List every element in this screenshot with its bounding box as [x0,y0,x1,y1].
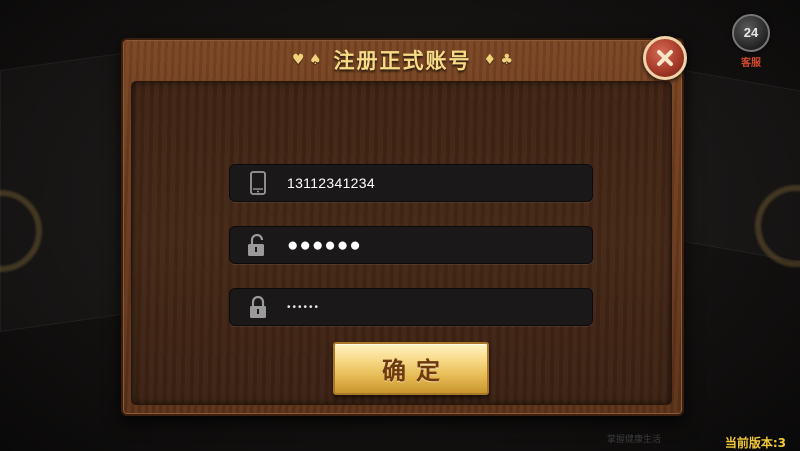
suits-right-icon: ♦ ♣ [483,52,514,68]
password-value: ●●●●●● [287,234,362,256]
title-row: ♥ ♠ 注册正式账号 ♦ ♣ [292,40,513,80]
unlocked-padlock-icon [246,233,270,257]
suits-left-icon: ♥ ♠ [291,52,322,68]
close-icon [657,50,673,66]
service-badge: 24 [732,14,770,52]
service-label: 客服 [741,58,761,69]
form-panel: 13112341234 ●●●●●● •••••• 确定 [131,81,672,405]
close-button[interactable] [643,36,687,80]
confirm-button[interactable]: 确定 [333,342,489,395]
register-dialog: ♥ ♠ 注册正式账号 ♦ ♣ 13112341234 ●●●●●● ••••••… [121,36,687,416]
customer-service-button[interactable]: 24 客服 [731,14,771,70]
dialog-header: ♥ ♠ 注册正式账号 ♦ ♣ [123,40,682,80]
phone-field[interactable]: 13112341234 [229,164,593,202]
game-screen: 24 客服 ♥ ♠ 注册正式账号 ♦ ♣ 13112341234 ●●●●●● … [0,0,800,451]
dialog-title: 注册正式账号 [333,49,472,73]
version-label: 当前版本:3 [724,436,786,450]
phone-value: 13112341234 [287,175,375,191]
confirm-password-value: •••••• [287,301,321,313]
locked-padlock-icon [246,295,270,319]
footer-hint: 掌握健康生活 [607,435,662,445]
confirm-button-label: 确定 [382,357,450,385]
confirm-password-field[interactable]: •••••• [229,288,593,326]
phone-icon [246,171,270,195]
password-field[interactable]: ●●●●●● [229,226,593,264]
